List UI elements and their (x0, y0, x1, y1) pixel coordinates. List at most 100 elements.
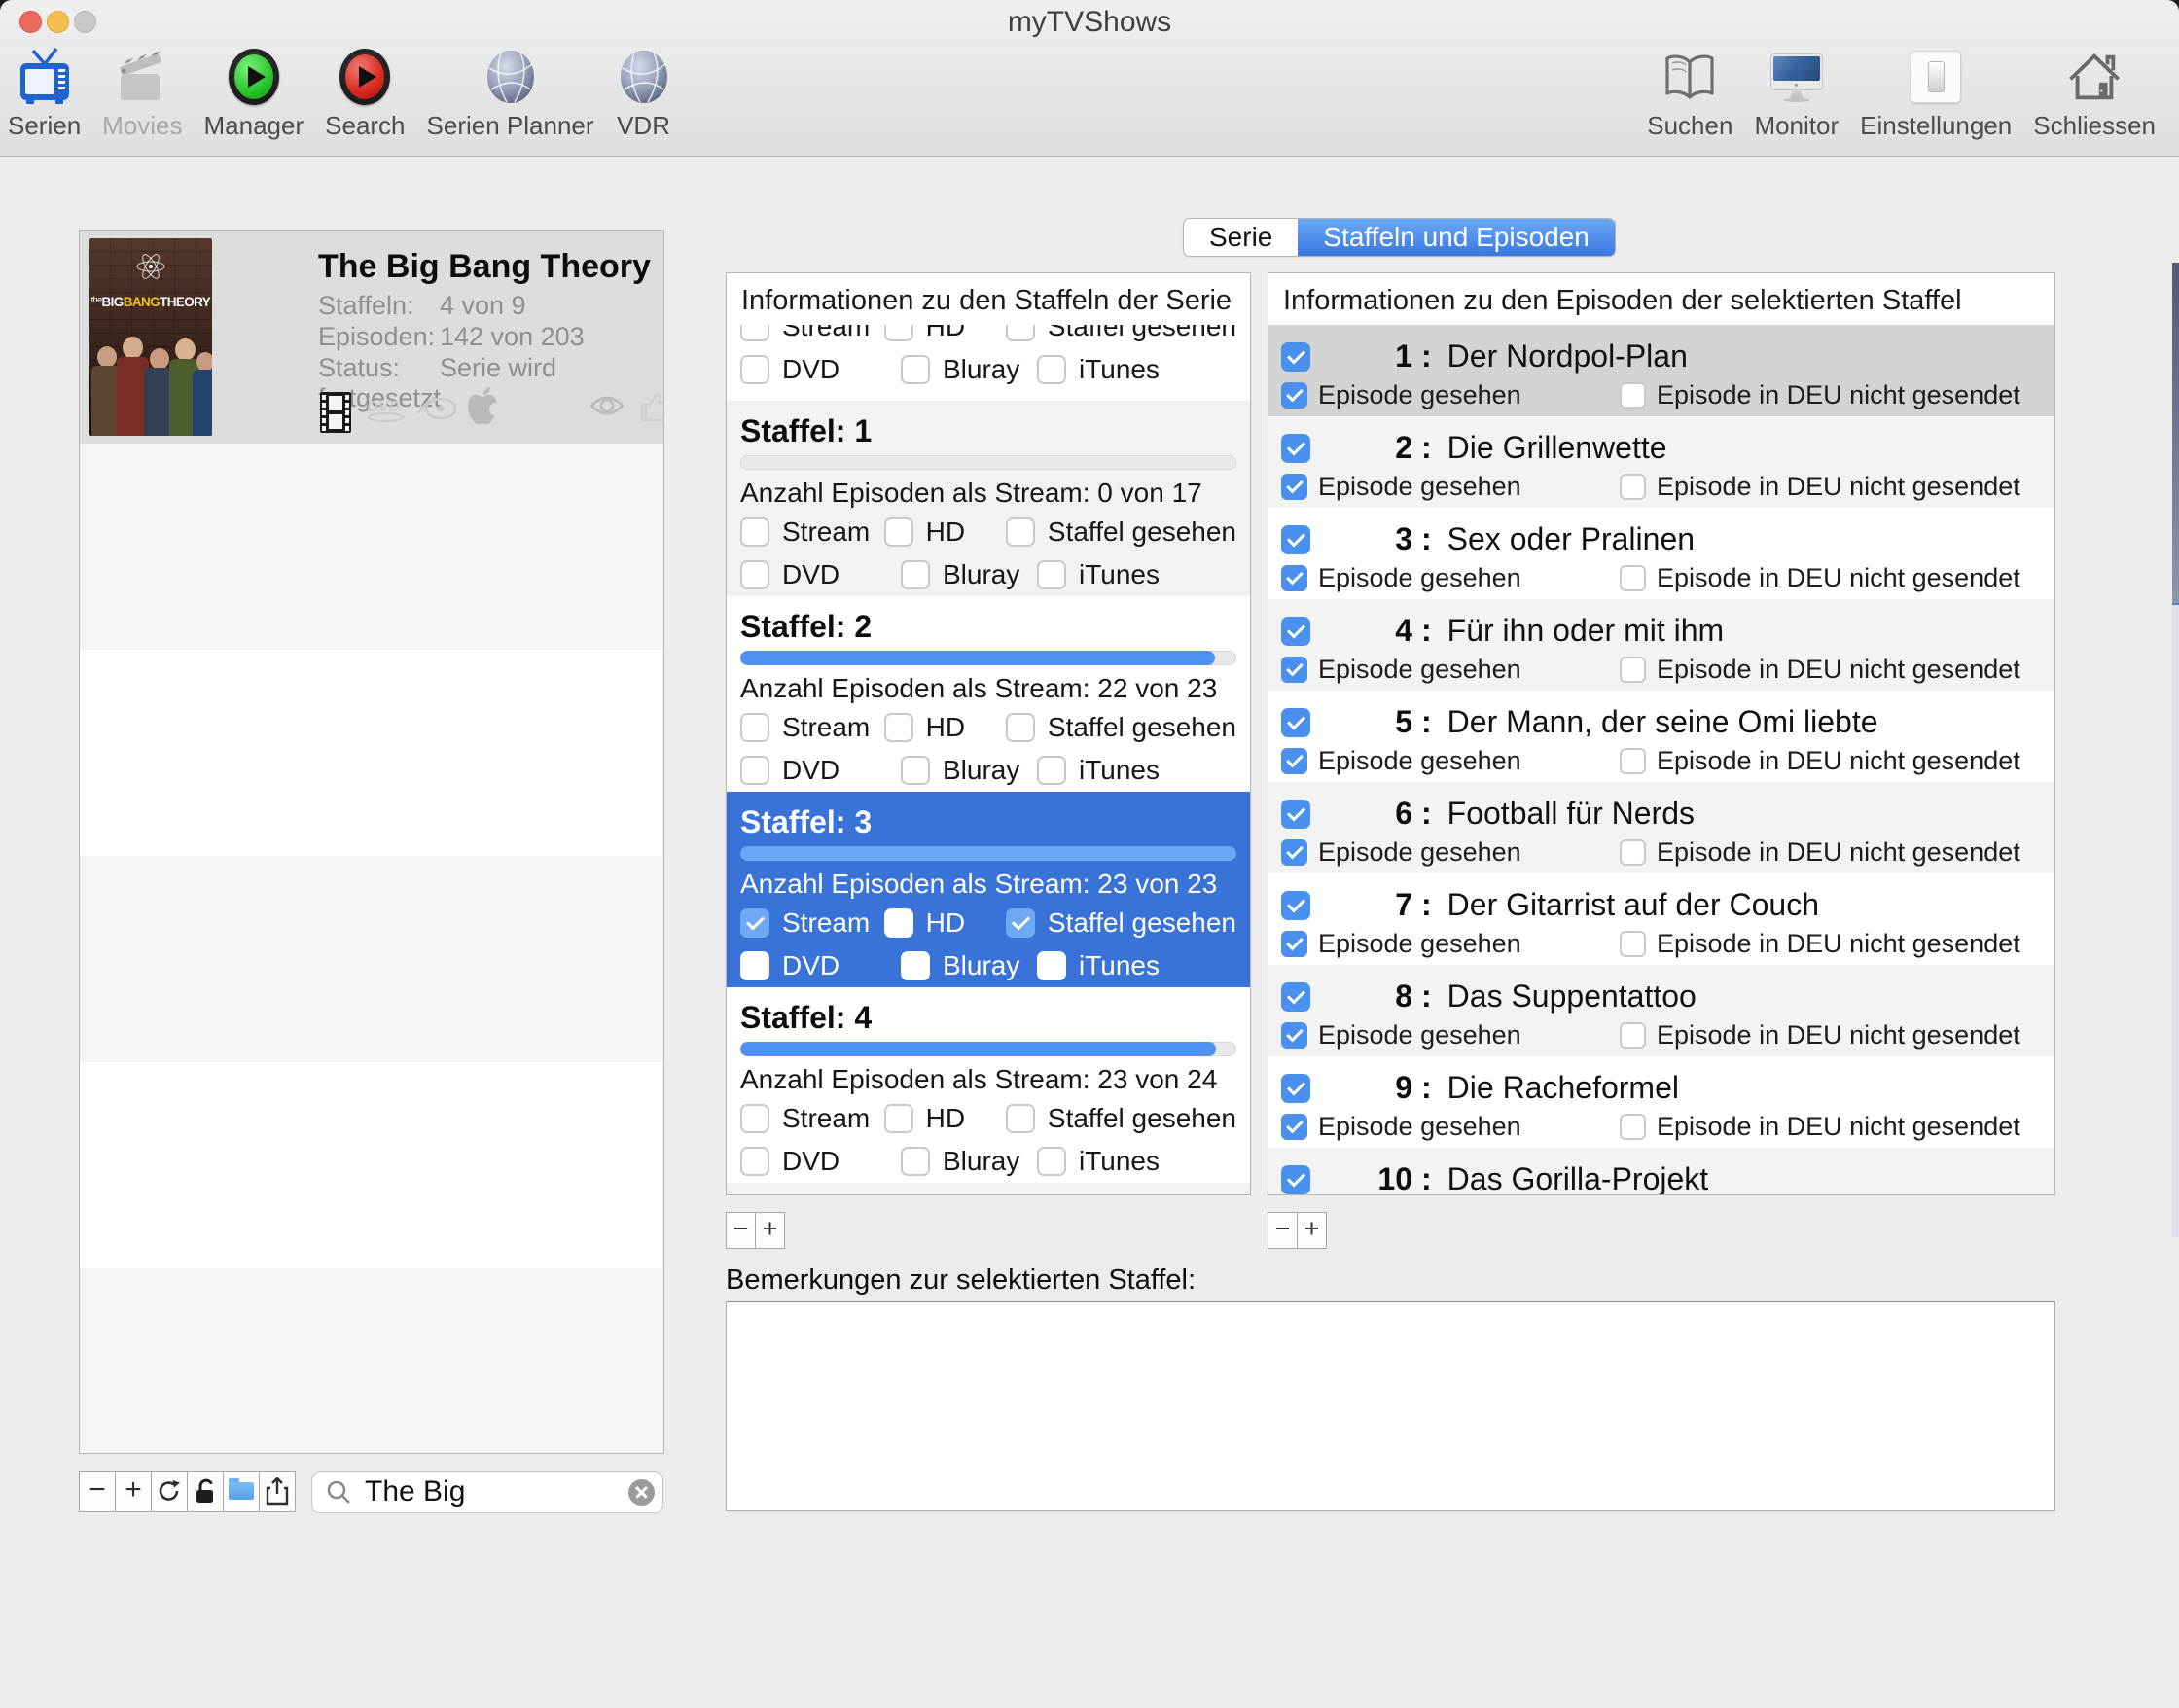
episode-row[interactable]: 5:Der Mann, der seine Omi liebteEpisode … (1268, 691, 2054, 782)
tab-staffeln-und-episoden[interactable]: Staffeln und Episoden (1298, 219, 1614, 256)
share-button[interactable] (259, 1471, 296, 1512)
dvd-checkbox[interactable] (740, 1147, 769, 1176)
episode-row[interactable]: 9:Die RacheformelEpisode gesehenEpisode … (1268, 1056, 2054, 1148)
toolbar-serien[interactable]: Serien (8, 47, 81, 141)
episode-deu-checkbox[interactable] (1620, 839, 1646, 866)
episode-deu-checkbox[interactable] (1620, 657, 1646, 683)
dvd-checkbox[interactable] (740, 560, 769, 589)
episode-gesehen-checkbox[interactable] (1281, 382, 1307, 409)
episode-row[interactable]: 4:Für ihn oder mit ihmEpisode gesehenEpi… (1268, 599, 2054, 691)
toolbar-movies[interactable]: Movies (102, 47, 182, 141)
add-season-button[interactable]: + (755, 1212, 785, 1249)
episode-checkbox[interactable] (1281, 891, 1310, 920)
empty-list-rows[interactable] (80, 444, 663, 1453)
bluray-checkbox[interactable] (901, 756, 930, 785)
toolbar-serien-planner[interactable]: Serien Planner (427, 47, 594, 141)
folder-button[interactable] (223, 1471, 260, 1512)
episode-checkbox[interactable] (1281, 434, 1310, 463)
episode-deu-checkbox[interactable] (1620, 565, 1646, 591)
stream-checkbox[interactable] (740, 713, 769, 742)
stream-checkbox[interactable] (740, 517, 769, 547)
episode-deu-checkbox[interactable] (1620, 1022, 1646, 1049)
episode-checkbox[interactable] (1281, 525, 1310, 554)
toolbar-search[interactable]: Search (325, 47, 405, 141)
season-block[interactable]: Staffel: 2Anzahl Episoden als Stream: 22… (727, 596, 1250, 792)
episode-row[interactable]: 6:Football für NerdsEpisode gesehenEpiso… (1268, 782, 2054, 873)
episode-gesehen-checkbox[interactable] (1281, 1022, 1307, 1049)
stream-checkbox[interactable] (740, 908, 769, 938)
series-list-item-selected[interactable]: theBIGBANGTHEORY The Big Bang Theory Sta… (80, 231, 663, 444)
notes-textarea[interactable] (726, 1301, 2055, 1511)
season-block-selected[interactable]: Staffel: 3Anzahl Episoden als Stream: 23… (727, 792, 1250, 987)
episode-gesehen-checkbox[interactable] (1281, 839, 1307, 866)
episode-checkbox[interactable] (1281, 1074, 1310, 1103)
bluray-icon (415, 394, 458, 423)
toolbar-einstellungen[interactable]: Einstellungen (1860, 47, 2012, 141)
toolbar-monitor[interactable]: Monitor (1754, 47, 1839, 141)
bluray-checkbox[interactable] (901, 951, 930, 980)
episode-checkbox[interactable] (1281, 1165, 1310, 1194)
season-block[interactable]: Staffel: 4Anzahl Episoden als Stream: 23… (727, 987, 1250, 1183)
toolbar-suchen[interactable]: Suchen (1647, 47, 1732, 141)
stream-checkbox[interactable] (740, 1104, 769, 1133)
toolbar-schliessen[interactable]: Schliessen (2033, 47, 2156, 141)
episode-checkbox[interactable] (1281, 708, 1310, 737)
episode-gesehen-checkbox[interactable] (1281, 657, 1307, 683)
episode-gesehen-checkbox[interactable] (1281, 474, 1307, 500)
itunes-checkbox[interactable] (1037, 756, 1066, 785)
bluray-checkbox[interactable] (901, 1147, 930, 1176)
episode-checkbox[interactable] (1281, 617, 1310, 646)
bluray-checkbox[interactable] (901, 560, 930, 589)
episode-row[interactable]: 3:Sex oder PralinenEpisode gesehenEpisod… (1268, 508, 2054, 599)
episode-checkbox[interactable] (1281, 800, 1310, 829)
checkbox-cell: Stream (740, 1103, 884, 1134)
episode-deu-checkbox[interactable] (1620, 748, 1646, 774)
episode-checkbox[interactable] (1281, 342, 1310, 372)
add-series-button[interactable]: + (115, 1471, 152, 1512)
remove-season-button[interactable]: − (726, 1212, 756, 1249)
episode-gesehen-checkbox[interactable] (1281, 1114, 1307, 1140)
episode-deu-checkbox[interactable] (1620, 382, 1646, 409)
season-block[interactable]: Staffel: 5Anzahl Episoden als Stream: 24… (727, 1183, 1250, 1195)
episode-row-selected[interactable]: 1:Der Nordpol-PlanEpisode gesehenEpisode… (1268, 325, 2054, 416)
episode-gesehen-checkbox[interactable] (1281, 565, 1307, 591)
tv-icon (17, 47, 73, 107)
dvd-checkbox[interactable] (740, 951, 769, 980)
gesehen-checkbox[interactable] (1006, 517, 1035, 547)
episode-deu-checkbox[interactable] (1620, 474, 1646, 500)
bluray-checkbox[interactable] (901, 355, 930, 384)
itunes-checkbox[interactable] (1037, 560, 1066, 589)
gesehen-checkbox[interactable] (1006, 1104, 1035, 1133)
episode-deu-checkbox[interactable] (1620, 931, 1646, 957)
add-episode-button[interactable]: + (1297, 1212, 1327, 1249)
tab-serie[interactable]: Serie (1184, 219, 1298, 256)
itunes-checkbox[interactable] (1037, 1147, 1066, 1176)
dvd-checkbox[interactable] (740, 756, 769, 785)
episode-gesehen-checkbox[interactable] (1281, 748, 1307, 774)
remove-episode-button[interactable]: − (1268, 1212, 1298, 1249)
toolbar-manager[interactable]: Manager (204, 47, 304, 141)
hd-checkbox[interactable] (884, 713, 913, 742)
season-block[interactable]: Staffel: 1Anzahl Episoden als Stream: 0 … (727, 401, 1250, 596)
gesehen-checkbox[interactable] (1006, 908, 1035, 938)
episode-row[interactable]: 2:Die GrillenwetteEpisode gesehenEpisode… (1268, 416, 2054, 508)
refresh-button[interactable] (151, 1471, 188, 1512)
episode-row[interactable]: 8:Das SuppentattooEpisode gesehenEpisode… (1268, 965, 2054, 1056)
itunes-checkbox[interactable] (1037, 355, 1066, 384)
episode-row[interactable]: 10:Das Gorilla-ProjektEpisode gesehenEpi… (1268, 1148, 2054, 1195)
episode-deu-checkbox[interactable] (1620, 1114, 1646, 1140)
clear-search-icon[interactable] (628, 1479, 655, 1506)
hd-checkbox[interactable] (884, 908, 913, 938)
toolbar-vdr[interactable]: VDR (616, 47, 672, 141)
episode-gesehen-checkbox[interactable] (1281, 931, 1307, 957)
itunes-checkbox[interactable] (1037, 951, 1066, 980)
search-input[interactable] (363, 1475, 628, 1510)
gesehen-checkbox[interactable] (1006, 713, 1035, 742)
lock-button[interactable] (187, 1471, 224, 1512)
episode-checkbox[interactable] (1281, 982, 1310, 1012)
episode-row[interactable]: 7:Der Gitarrist auf der CouchEpisode ges… (1268, 873, 2054, 965)
remove-series-button[interactable]: − (79, 1471, 116, 1512)
hd-checkbox[interactable] (884, 517, 913, 547)
dvd-checkbox[interactable] (740, 355, 769, 384)
hd-checkbox[interactable] (884, 1104, 913, 1133)
